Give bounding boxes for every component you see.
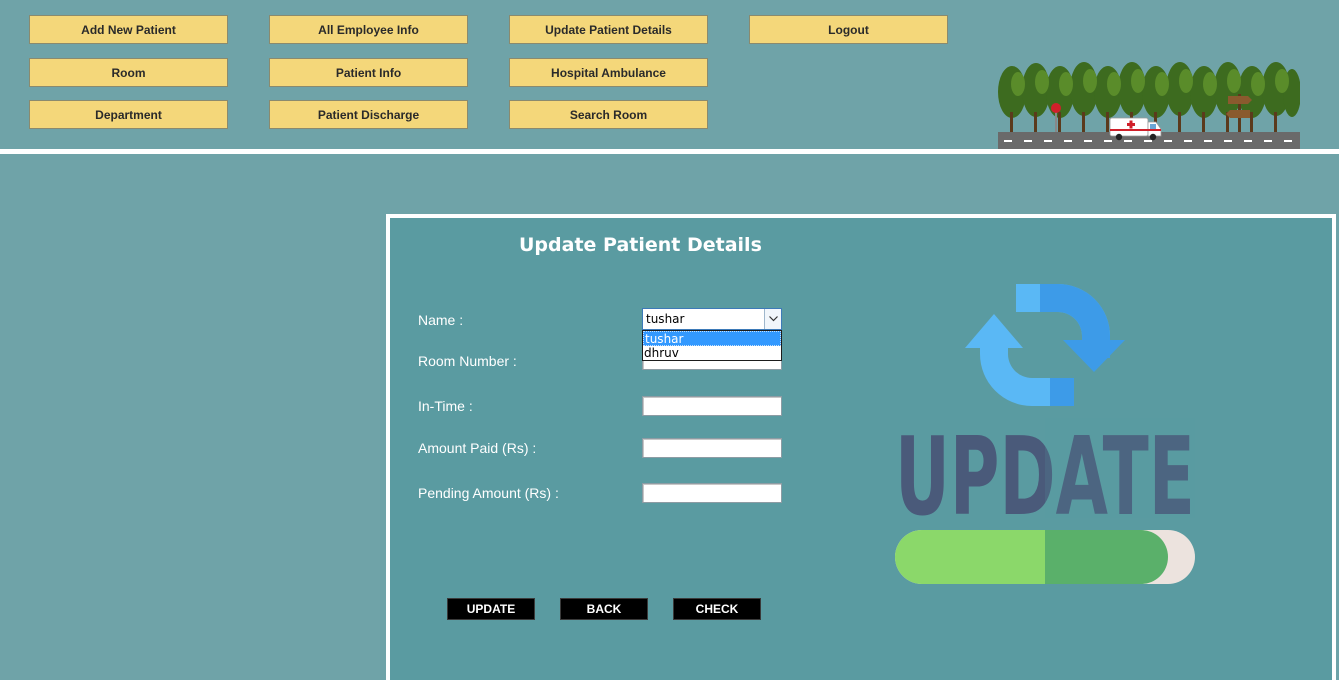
name-dropdown-list: tushar dhruv [642,330,782,361]
add-new-patient-button[interactable]: Add New Patient [29,15,228,44]
in-time-label: In-Time : [418,398,473,414]
progress-bar [895,530,1195,584]
signpost-icon [1226,94,1252,132]
room-button[interactable]: Room [29,58,228,87]
patient-info-button[interactable]: Patient Info [269,58,468,87]
hospital-ambulance-button[interactable]: Hospital Ambulance [509,58,708,87]
name-label: Name : [418,312,464,328]
update-word: UPDATE [895,415,1195,540]
amount-paid-field[interactable] [642,438,782,458]
update-button[interactable]: UPDATE [447,598,535,620]
check-button[interactable]: CHECK [673,598,761,620]
department-button[interactable]: Department [29,100,228,129]
dropdown-option[interactable]: tushar [643,331,781,346]
room-number-label: Room Number : [418,353,517,369]
header-divider [0,149,1339,154]
search-room-button[interactable]: Search Room [509,100,708,129]
page-title: Update Patient Details [519,234,762,256]
amount-paid-label: Amount Paid (Rs) : [418,440,537,456]
name-select[interactable]: tushar [642,308,782,330]
chevron-down-icon[interactable] [764,309,781,329]
patient-discharge-button[interactable]: Patient Discharge [269,100,468,129]
update-patient-details-button[interactable]: Update Patient Details [509,15,708,44]
ambulance-road-illustration [998,62,1300,150]
name-select-value: tushar [646,312,685,326]
refresh-icon [965,284,1125,406]
pending-amount-field[interactable] [642,483,782,503]
in-time-field[interactable] [642,396,782,416]
pending-amount-label: Pending Amount (Rs) : [418,485,559,501]
update-patient-panel: Update Patient Details Name : Room Numbe… [386,214,1336,680]
update-illustration: UPDATE [895,284,1195,584]
dropdown-option[interactable]: dhruv [643,346,781,361]
all-employee-info-button[interactable]: All Employee Info [269,15,468,44]
back-button[interactable]: BACK [560,598,648,620]
logout-button[interactable]: Logout [749,15,948,44]
